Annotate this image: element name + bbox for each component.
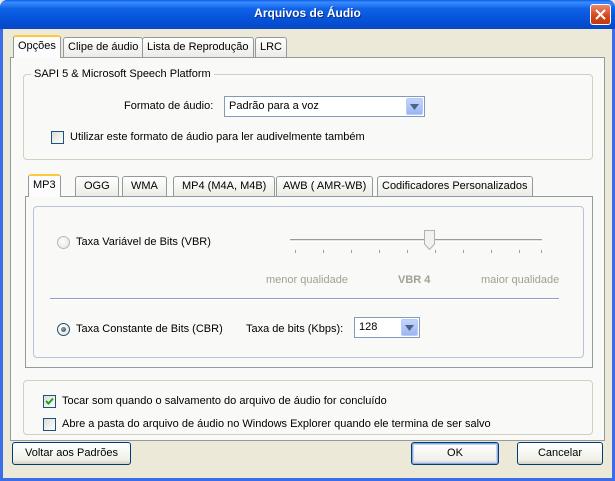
tab-label: Lista de Reprodução (147, 41, 249, 53)
slider-value-label: VBR 4 (398, 274, 431, 286)
slider-tick (463, 250, 464, 253)
slider-max-label: maior qualidade (481, 274, 560, 286)
slider-tick (323, 250, 324, 253)
tab-panel-mp3: Taxa Variável de Bits (VBR) menor qualid… (25, 196, 593, 368)
tab-label: Clipe de áudio (68, 41, 139, 53)
tab-panel-opcoes: SAPI 5 & Microsoft Speech Platform Forma… (10, 57, 605, 441)
close-icon (595, 9, 606, 20)
open-folder-label: Abre a pasta do arquivo de áudio no Wind… (62, 418, 491, 430)
play-sound-label: Tocar som quando o salvamento do arquivo… (62, 395, 387, 407)
vbr-radio[interactable] (57, 236, 70, 249)
slider-tick (541, 250, 542, 253)
tab-label: MP3 (33, 179, 56, 191)
slider-tick (435, 250, 436, 253)
chevron-down-icon (410, 104, 419, 110)
open-folder-checkbox[interactable] (43, 418, 56, 431)
audio-format-select[interactable]: Padrão para a voz (224, 96, 425, 117)
dialog-window: Arquivos de Áudio Opções Clipe de áudio … (0, 0, 615, 481)
title-bar[interactable]: Arquivos de Áudio (0, 0, 615, 29)
audio-format-label: Formato de áudio: (124, 100, 214, 112)
tab-label: Codificadores Personalizados (382, 180, 528, 192)
ok-button[interactable]: OK (411, 442, 499, 465)
sapi-group-label: SAPI 5 & Microsoft Speech Platform (31, 68, 214, 80)
tab-custom-encoders[interactable]: Codificadores Personalizados (377, 176, 533, 196)
restore-defaults-button[interactable]: Voltar aos Padrões (12, 442, 131, 465)
cbr-radio[interactable] (57, 323, 70, 336)
tab-lista-de-reproducao[interactable]: Lista de Reprodução (142, 37, 254, 57)
sapi-group (23, 74, 593, 160)
close-button[interactable] (590, 4, 611, 25)
bitrate-label: Taxa de bits (Kbps): (246, 323, 344, 335)
slider-tick (519, 250, 520, 253)
window-title: Arquivos de Áudio (254, 6, 361, 20)
tab-clipe-de-audio[interactable]: Clipe de áudio (63, 37, 144, 57)
bitrate-value: 128 (359, 321, 378, 333)
bitrate-select[interactable]: 128 (354, 317, 420, 338)
tab-wma[interactable]: WMA (122, 176, 167, 196)
slider-tick (407, 250, 408, 253)
vbr-quality-slider-thumb[interactable] (424, 230, 435, 250)
tab-label: WMA (131, 180, 158, 192)
vbr-quality-slider-track[interactable] (290, 239, 542, 242)
chevron-down-icon (405, 325, 414, 331)
use-format-label: Utilizar este formato de áudio para ler … (70, 131, 365, 143)
tab-lrc[interactable]: LRC (255, 37, 288, 57)
audio-format-value: Padrão para a voz (229, 100, 319, 112)
slider-tick (379, 250, 380, 253)
play-sound-checkbox[interactable] (43, 395, 56, 408)
slider-tick (491, 250, 492, 253)
slider-tick (351, 250, 352, 253)
dropdown-button[interactable] (406, 98, 423, 115)
tab-ogg[interactable]: OGG (75, 176, 119, 196)
dropdown-button[interactable] (401, 319, 418, 336)
tab-label: MP4 (M4A, M4B) (182, 180, 267, 192)
tab-label: LRC (260, 41, 283, 53)
tab-awb[interactable]: AWB ( AMR-WB) (276, 176, 374, 196)
use-format-checkbox[interactable] (51, 131, 64, 144)
vbr-label: Taxa Variável de Bits (VBR) (76, 236, 211, 248)
tab-label: OGG (84, 180, 110, 192)
tab-opcoes[interactable]: Opções (13, 35, 61, 58)
tab-label: Opções (18, 40, 56, 52)
cancel-button[interactable]: Cancelar (517, 442, 603, 465)
cbr-label: Taxa Constante de Bits (CBR) (76, 323, 223, 335)
checkmark-icon (45, 397, 54, 405)
tab-mp3[interactable]: MP3 (28, 174, 61, 197)
dialog-client-area: Opções Clipe de áudio Lista de Reproduçã… (3, 29, 612, 478)
slider-min-label: menor qualidade (266, 274, 348, 286)
slider-tick (295, 250, 296, 253)
tab-mp4[interactable]: MP4 (M4A, M4B) (173, 176, 276, 196)
tab-label: AWB ( AMR-WB) (283, 180, 367, 192)
vbr-cbr-separator (50, 298, 559, 300)
